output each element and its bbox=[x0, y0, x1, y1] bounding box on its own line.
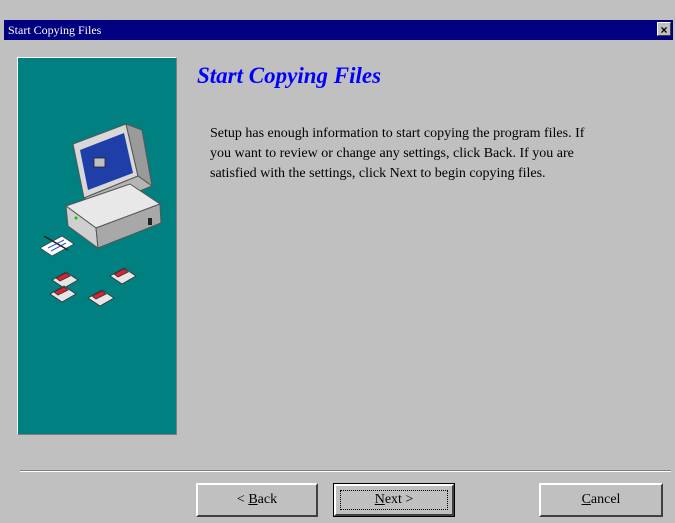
back-button[interactable]: < Back bbox=[196, 483, 318, 517]
instruction-line-2: you want to review or change any setting… bbox=[210, 146, 574, 161]
next-button[interactable]: Next > bbox=[333, 483, 455, 517]
instruction-text: Setup has enough information to start co… bbox=[210, 124, 660, 184]
window-title: Start Copying Files bbox=[8, 23, 102, 37]
close-button[interactable]: × bbox=[657, 22, 671, 37]
page-title: Start Copying Files bbox=[197, 63, 382, 88]
close-icon: × bbox=[660, 23, 668, 37]
title-bar[interactable]: Start Copying Files × bbox=[4, 20, 673, 40]
setup-wizard-window: Start Copying Files × Start Copying File… bbox=[0, 0, 675, 523]
cancel-button-label: Cancel bbox=[581, 492, 621, 507]
next-button-label: Next > bbox=[374, 492, 414, 507]
button-separator bbox=[20, 470, 671, 472]
cancel-button[interactable]: Cancel bbox=[539, 483, 663, 517]
computer-with-floppy-disks-icon bbox=[39, 123, 162, 307]
instruction-line-1: Setup has enough information to start co… bbox=[210, 126, 585, 141]
back-button-label: < Back bbox=[236, 492, 278, 507]
instruction-line-3: satisfied with the settings, click Next … bbox=[210, 166, 546, 181]
side-illustration-panel bbox=[17, 57, 177, 435]
